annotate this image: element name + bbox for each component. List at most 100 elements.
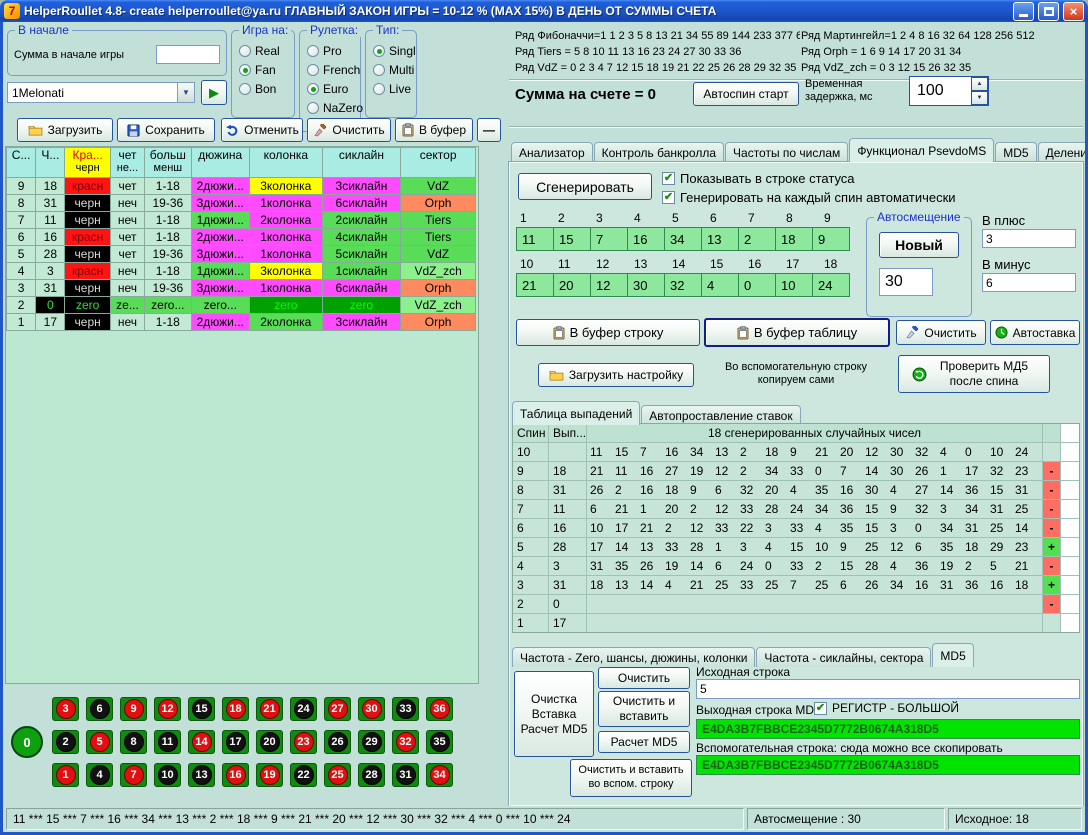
minimize-button[interactable] <box>1013 2 1034 21</box>
radio-bon[interactable]: Bon <box>232 79 294 98</box>
radio-pro[interactable]: Pro <box>300 41 360 60</box>
board-number-25[interactable]: 25 <box>324 763 351 787</box>
spinner-down-icon[interactable]: ▼ <box>971 91 988 105</box>
spin-col-header[interactable]: Спин <box>513 424 549 442</box>
board-number-27[interactable]: 27 <box>324 697 351 721</box>
board-number-22[interactable]: 22 <box>290 763 317 787</box>
result-col-header[interactable]: Вып... <box>549 424 587 442</box>
radio-multi[interactable]: Multi <box>366 60 416 79</box>
board-number-0[interactable]: 0 <box>11 726 43 758</box>
tab-1[interactable]: Таблица выпадений <box>512 401 640 425</box>
undo-button[interactable]: Отменить <box>221 118 303 142</box>
board-number-19[interactable]: 19 <box>256 763 283 787</box>
tab-3[interactable]: Частоты по числам <box>725 142 848 162</box>
board-number-20[interactable]: 20 <box>256 730 283 754</box>
source-string-input[interactable] <box>696 679 1080 699</box>
preset-select[interactable]: 1Melonati ▼ <box>7 82 195 103</box>
board-number-34[interactable]: 34 <box>426 763 453 787</box>
close-button[interactable]: × <box>1063 2 1084 21</box>
board-number-36[interactable]: 36 <box>426 697 453 721</box>
board-number-26[interactable]: 26 <box>324 730 351 754</box>
minus-input[interactable] <box>982 273 1076 292</box>
board-number-14[interactable]: 14 <box>188 730 215 754</box>
md5-all-in-one-button[interactable]: Очистка Вставка Расчет MD5 <box>514 671 594 757</box>
board-number-24[interactable]: 24 <box>290 697 317 721</box>
board-number-23[interactable]: 23 <box>290 730 317 754</box>
save-button[interactable]: Сохранить <box>117 118 215 142</box>
collapse-button[interactable]: — <box>477 118 501 142</box>
new-button[interactable]: Новый <box>879 232 959 258</box>
spinner-up-icon[interactable]: ▲ <box>971 77 988 91</box>
check-md5-button[interactable]: Проверить МД5 после спина <box>898 355 1050 393</box>
board-number-30[interactable]: 30 <box>358 697 385 721</box>
board-number-17[interactable]: 17 <box>222 730 249 754</box>
board-number-32[interactable]: 32 <box>392 730 419 754</box>
column-header[interactable]: большменш <box>145 148 191 178</box>
board-number-1[interactable]: 1 <box>52 763 79 787</box>
board-number-18[interactable]: 18 <box>222 697 249 721</box>
column-header[interactable]: сектор <box>401 148 476 178</box>
column-header[interactable]: С... <box>7 148 36 178</box>
start-sum-input[interactable] <box>156 45 220 64</box>
dropdown-arrow-icon[interactable]: ▼ <box>177 83 194 102</box>
board-number-12[interactable]: 12 <box>154 697 181 721</box>
values-col-header[interactable]: 18 сгенерированных случайных чисел <box>587 424 1043 442</box>
board-number-15[interactable]: 15 <box>188 697 215 721</box>
autospin-button[interactable]: Автоспин старт <box>693 82 799 106</box>
clear-panel-button[interactable]: Очистить <box>896 320 986 345</box>
autoshift-value[interactable]: 30 <box>879 268 933 296</box>
checkbox-autogenerate[interactable]: Генерировать на каждый спин автоматическ… <box>662 190 956 205</box>
checkbox-uppercase[interactable]: РЕГИСТР - БОЛЬШОЙ <box>814 701 959 715</box>
column-header[interactable]: Кра...черн <box>65 148 110 178</box>
delay-spinner[interactable]: 100 ▲ ▼ <box>909 76 989 106</box>
play-button[interactable]: ▶ <box>201 80 227 105</box>
aux-string-field[interactable]: E4DA3B7FBBCE2345D7772B0674A318D5 <box>696 755 1080 775</box>
board-number-6[interactable]: 6 <box>86 697 113 721</box>
md5-clear-paste-button[interactable]: Очистить и вставить <box>598 691 690 727</box>
board-number-35[interactable]: 35 <box>426 730 453 754</box>
board-number-10[interactable]: 10 <box>154 763 181 787</box>
board-number-33[interactable]: 33 <box>392 697 419 721</box>
board-number-8[interactable]: 8 <box>120 730 147 754</box>
buffer-row-button[interactable]: В буфер строку <box>516 319 700 346</box>
generate-button[interactable]: Сгенерировать <box>518 173 652 200</box>
board-number-21[interactable]: 21 <box>256 697 283 721</box>
radio-fan[interactable]: Fan <box>232 60 294 79</box>
radio-euro[interactable]: Euro <box>300 79 360 98</box>
column-header[interactable]: четне... <box>110 148 144 178</box>
radio-french[interactable]: French <box>300 60 360 79</box>
maximize-button[interactable] <box>1038 2 1059 21</box>
plus-input[interactable] <box>982 229 1076 248</box>
load-button[interactable]: Загрузить <box>17 118 113 142</box>
tab-1[interactable]: Частота - Zero, шансы, дюжины, колонки <box>512 647 755 667</box>
board-number-28[interactable]: 28 <box>358 763 385 787</box>
board-number-29[interactable]: 29 <box>358 730 385 754</box>
md5-clear-button[interactable]: Очистить <box>598 667 690 689</box>
buffer-table-button[interactable]: В буфер таблицу <box>704 318 890 347</box>
column-header[interactable]: дюжина <box>191 148 249 178</box>
radio-singl[interactable]: Singl <box>366 41 416 60</box>
load-settings-button[interactable]: Загрузить настройку <box>538 363 694 387</box>
board-number-9[interactable]: 9 <box>120 697 147 721</box>
board-number-16[interactable]: 16 <box>222 763 249 787</box>
clear-button[interactable]: Очистить <box>307 118 391 142</box>
board-number-3[interactable]: 3 <box>52 697 79 721</box>
board-number-7[interactable]: 7 <box>120 763 147 787</box>
board-number-13[interactable]: 13 <box>188 763 215 787</box>
to-buffer-button[interactable]: В буфер <box>395 118 473 142</box>
column-header[interactable]: сиклайн <box>322 148 401 178</box>
checkbox-show-status[interactable]: Показывать в строке статуса <box>662 171 855 186</box>
tab-5[interactable]: MD5 <box>995 142 1036 162</box>
tab-4[interactable]: Функционал PsevdoMS <box>849 138 994 162</box>
tab-6[interactable]: Деление ко... <box>1038 142 1085 162</box>
md5-calc-button[interactable]: Расчет MD5 <box>598 731 690 753</box>
clear-paste-aux-button[interactable]: Очистить и вставить во вспом. строку <box>570 759 692 797</box>
board-number-31[interactable]: 31 <box>392 763 419 787</box>
column-header[interactable]: Ч... <box>36 148 65 178</box>
radio-real[interactable]: Real <box>232 41 294 60</box>
board-number-5[interactable]: 5 <box>86 730 113 754</box>
board-number-11[interactable]: 11 <box>154 730 181 754</box>
column-header[interactable]: колонка <box>250 148 323 178</box>
radio-live[interactable]: Live <box>366 79 416 98</box>
board-number-4[interactable]: 4 <box>86 763 113 787</box>
